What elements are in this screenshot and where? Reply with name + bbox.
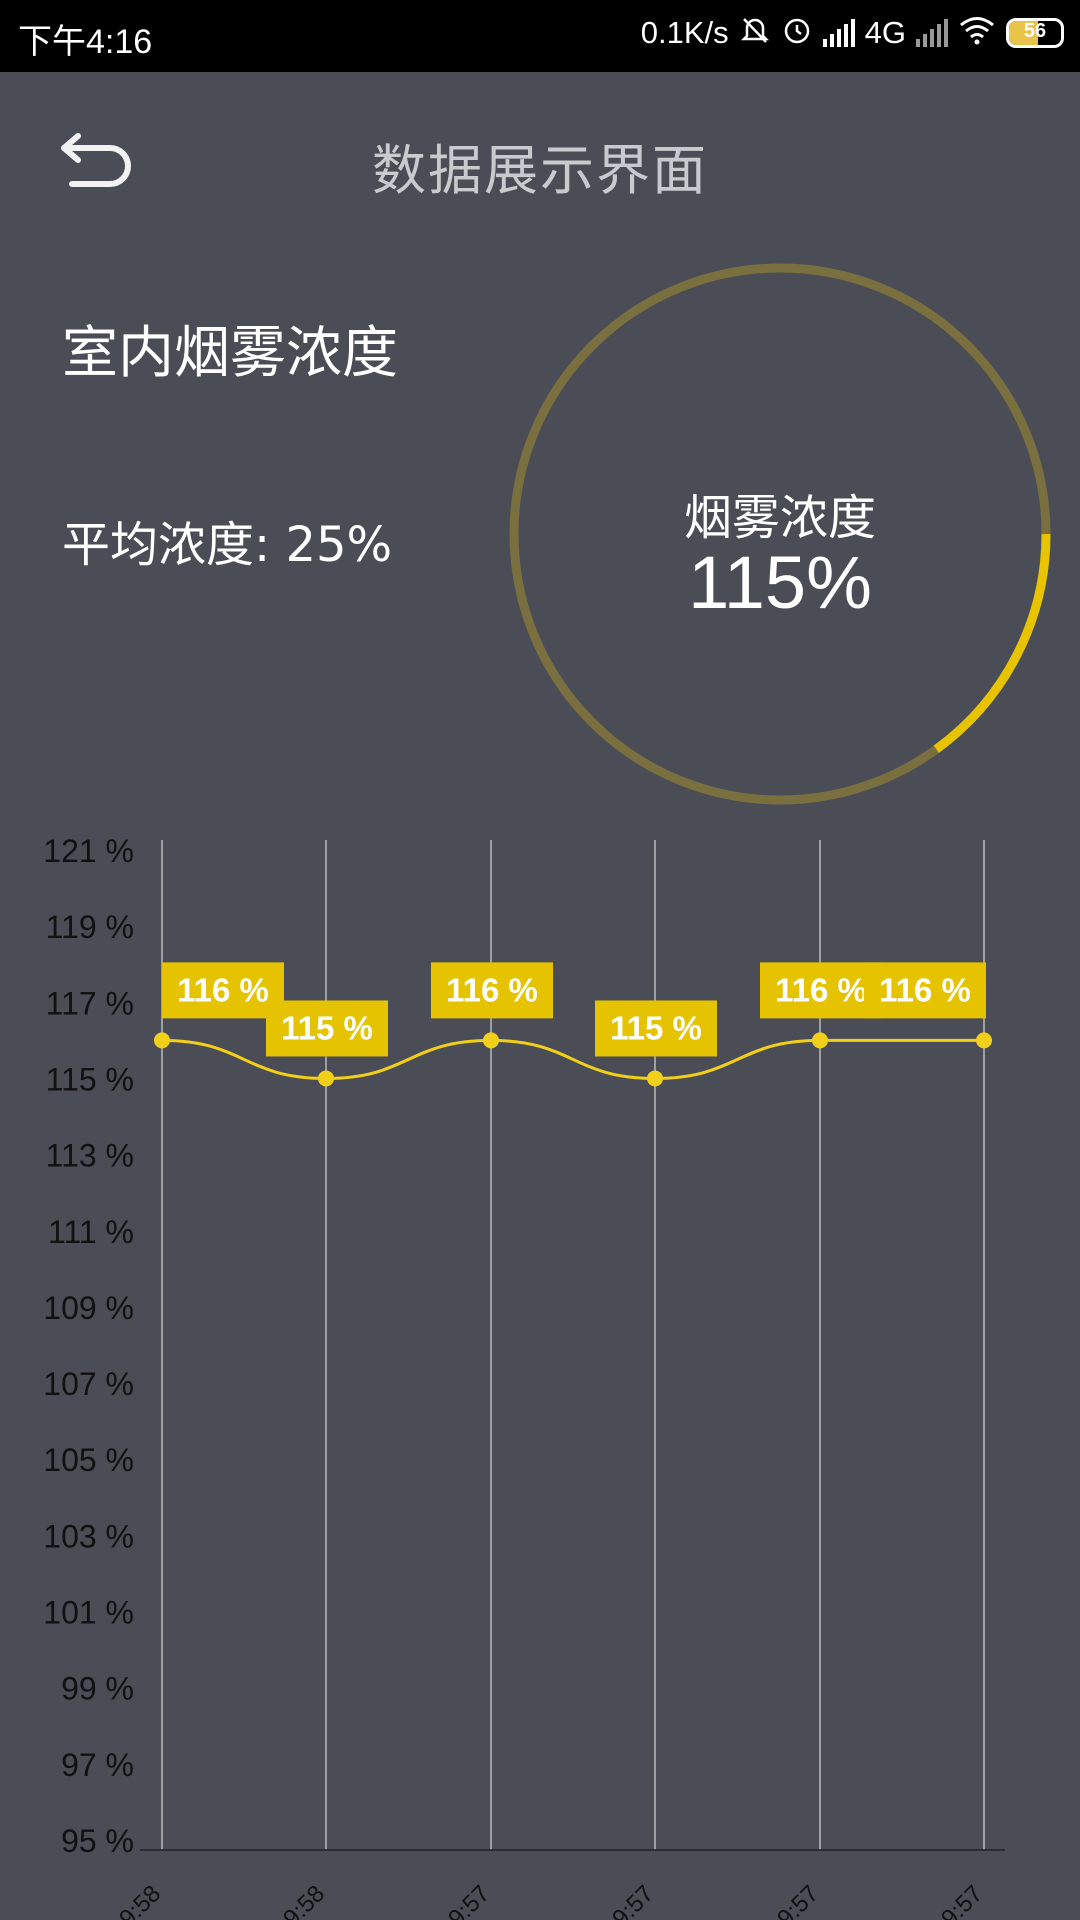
y-tick-label: 107 % (43, 1366, 134, 1402)
y-tick-label: 115 % (46, 1061, 134, 1097)
y-tick-label: 101 % (43, 1595, 134, 1631)
status-bar: 下午4:16 0.1K/s 4G 56 (0, 0, 1080, 72)
y-tick-label: 99 % (61, 1671, 134, 1707)
network-type: 4G (864, 14, 906, 50)
y-tick-label: 119 % (46, 909, 134, 945)
y-tick-label: 97 % (61, 1747, 134, 1783)
x-tick-label: 07-14 19:57 (386, 1880, 496, 1920)
signal-icon (822, 18, 855, 47)
data-point (154, 1032, 170, 1049)
data-label: 116 % (177, 971, 269, 1008)
data-point (812, 1032, 828, 1049)
average-label: 平均浓度: (62, 517, 271, 573)
x-tick-label: 07-14 19:57 (550, 1880, 660, 1920)
data-label: 115 % (610, 1009, 702, 1046)
data-label: 116 % (446, 971, 538, 1008)
y-tick-label: 109 % (43, 1290, 134, 1326)
data-label: 115 % (281, 1009, 373, 1046)
data-point (318, 1070, 334, 1087)
battery-percent: 56 (1023, 19, 1047, 42)
gauge-value: 115% (688, 541, 872, 624)
y-tick-label: 103 % (43, 1518, 134, 1554)
average-value: 25% (285, 517, 393, 573)
data-label: 116 % (879, 971, 971, 1008)
concentration-line-chart: 121 % 119 % 117 % 115 % 113 % 111 % 109 % 107 %… (43, 833, 1005, 1920)
wifi-icon (958, 14, 996, 51)
signal-icon-2 (916, 18, 948, 47)
x-tick-label: 07-14 19:58 (221, 1880, 331, 1920)
data-point (976, 1032, 992, 1049)
battery-icon: 56 (1006, 17, 1064, 48)
y-tick-label: 111 % (48, 1214, 134, 1250)
section-title: 室内烟雾浓度 (62, 321, 398, 386)
y-tick-label: 95 % (61, 1823, 134, 1859)
net-speed: 0.1K/s (640, 14, 729, 50)
average-concentration: 平均浓度: 25% (62, 505, 392, 575)
data-label: 116 % (775, 971, 867, 1008)
y-tick-label: 121 % (43, 833, 134, 869)
status-icons: 0.1K/s 4G 56 (641, 14, 1064, 51)
y-tick-label: 113 % (46, 1138, 134, 1174)
x-tick-label: 07-14 19:57 (879, 1880, 989, 1920)
x-tick-label: 07-14 19:58 (57, 1880, 167, 1920)
x-tick-label: 07-14 19:57 (715, 1880, 825, 1920)
gauge-label: 烟雾浓度 (683, 490, 876, 546)
alarm-icon (781, 14, 813, 51)
y-tick-label: 105 % (43, 1442, 134, 1478)
mute-bell-icon (739, 14, 771, 51)
status-time: 下午4:16 (18, 23, 153, 61)
page-title: 数据展示界面 (372, 139, 708, 202)
data-point (483, 1032, 499, 1049)
data-point (647, 1070, 663, 1087)
y-tick-label: 117 % (46, 985, 134, 1021)
